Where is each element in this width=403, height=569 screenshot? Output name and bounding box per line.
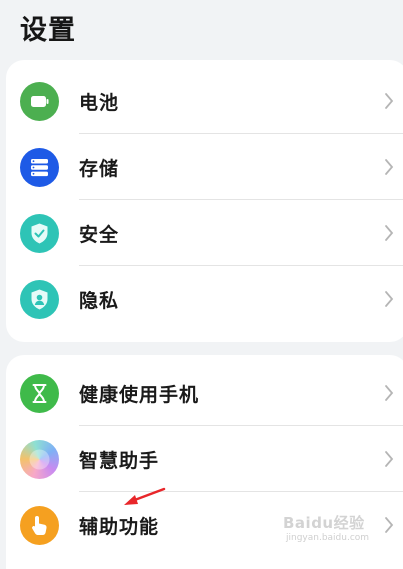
chevron-right-icon xyxy=(385,451,394,467)
settings-item-label: 电池 xyxy=(79,92,120,114)
chevron-right-icon xyxy=(385,159,394,175)
settings-item-battery[interactable]: 电池 xyxy=(6,68,403,134)
page-title: 设置 xyxy=(20,15,76,46)
settings-group-1: 电池 存储 安全 隐私 xyxy=(6,60,403,342)
settings-item-digital-balance[interactable]: 健康使用手机 xyxy=(6,360,403,426)
settings-item-privacy[interactable]: 隐私 xyxy=(6,266,403,332)
settings-item-storage[interactable]: 存储 xyxy=(6,134,403,200)
assistant-icon xyxy=(20,440,59,479)
settings-item-assistant[interactable]: 智慧助手 xyxy=(6,426,403,492)
chevron-right-icon xyxy=(385,291,394,307)
accessibility-icon xyxy=(20,506,59,545)
watermark-logo: Baidu经验 xyxy=(283,514,365,532)
settings-item-label: 存储 xyxy=(79,158,120,180)
battery-icon xyxy=(20,82,59,121)
settings-item-label: 健康使用手机 xyxy=(79,384,200,406)
chevron-right-icon xyxy=(385,517,394,533)
settings-item-label: 辅助功能 xyxy=(79,516,160,538)
chevron-right-icon xyxy=(385,225,394,241)
annotation-arrow-icon xyxy=(124,487,166,505)
storage-icon xyxy=(20,148,59,187)
settings-item-security[interactable]: 安全 xyxy=(6,200,403,266)
privacy-icon xyxy=(20,280,59,319)
settings-item-label: 安全 xyxy=(79,224,120,246)
chevron-right-icon xyxy=(385,385,394,401)
settings-item-label: 智慧助手 xyxy=(79,450,160,472)
hourglass-icon xyxy=(20,374,59,413)
watermark-url: jingyan.baidu.com xyxy=(286,533,370,543)
chevron-right-icon xyxy=(385,93,394,109)
shield-icon xyxy=(20,214,59,253)
settings-item-label: 隐私 xyxy=(79,290,120,312)
